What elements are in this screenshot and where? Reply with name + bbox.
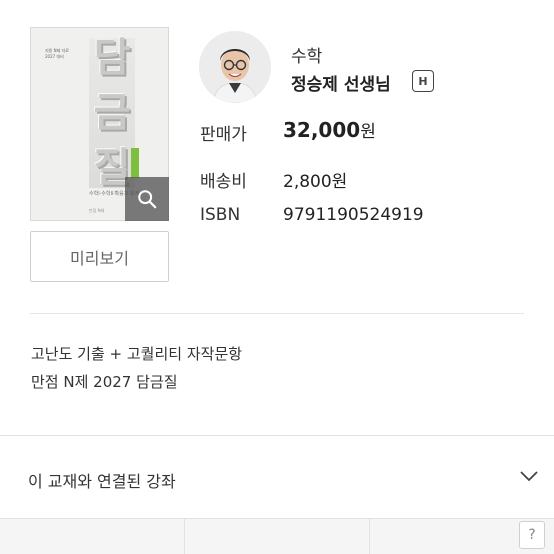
price-value: 32,000원: [283, 117, 376, 142]
zoom-button[interactable]: [125, 177, 169, 221]
shipping-label: 배송비: [200, 172, 247, 192]
divider: [30, 313, 524, 314]
bottom-tab-bar: [0, 518, 554, 554]
related-lectures-label: 이 교재와 연결된 강좌: [28, 472, 176, 491]
description-line: 고난도 기출 + 고퀄리티 자작문항: [31, 345, 243, 363]
description-line: 만점 N제 2027 담금질: [31, 373, 178, 391]
related-lectures-toggle[interactable]: 이 교재와 연결된 강좌: [0, 436, 554, 518]
cover-title-char: 담: [93, 35, 131, 81]
cover-accent-stripe: [131, 148, 139, 178]
shipping-value: 2,800원: [283, 172, 348, 192]
help-button[interactable]: ?: [519, 521, 545, 549]
isbn-value: 9791190524919: [283, 205, 424, 225]
cover-title-char: 금: [93, 90, 131, 136]
subject-label: 수학: [291, 47, 323, 67]
bottom-separator: [369, 519, 370, 554]
price-number: 32,000: [283, 118, 361, 142]
preview-button[interactable]: 미리보기: [30, 231, 169, 282]
chevron-down-icon: [520, 471, 538, 482]
teacher-name[interactable]: 정승제 선생님: [291, 70, 391, 95]
price-unit: 원: [360, 122, 376, 142]
price-label: 판매가: [200, 125, 247, 145]
home-badge-icon[interactable]: H: [412, 70, 434, 92]
cover-title: 담 금 질: [89, 38, 135, 188]
bottom-separator: [184, 519, 185, 554]
cover-bottom-text: 만점 N제: [89, 208, 105, 213]
teacher-avatar: [199, 31, 271, 103]
isbn-label: ISBN: [200, 205, 241, 225]
cover-small-text: 지원 N제 자료 2027 대비: [45, 48, 69, 59]
magnifier-icon: [138, 190, 157, 209]
